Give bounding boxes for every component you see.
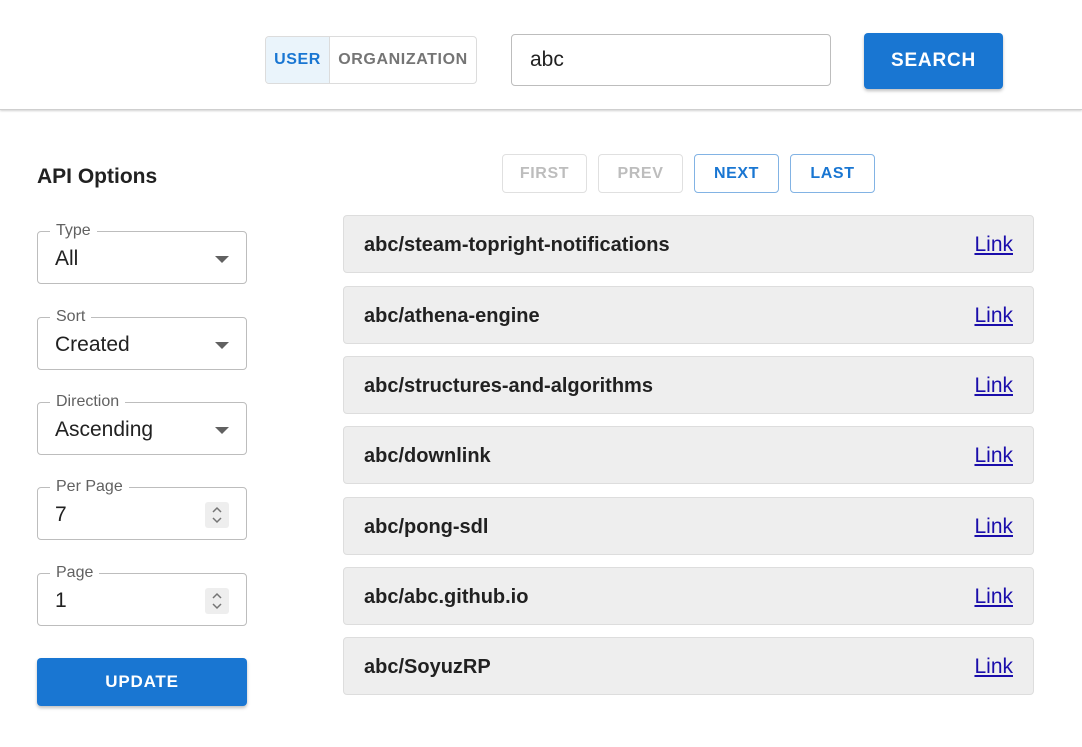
repo-name: abc/structures-and-algorithms: [364, 375, 653, 397]
per-page-input[interactable]: Per Page 7: [37, 478, 247, 540]
repo-link[interactable]: Link: [974, 304, 1013, 328]
search-type-toggle: USER ORGANIZATION: [265, 36, 477, 84]
repo-name: abc/steam-topright-notifications: [364, 234, 670, 256]
api-options-title: API Options: [37, 165, 158, 188]
list-item: abc/pong-sdl Link: [343, 497, 1034, 555]
per-page-value: 7: [55, 503, 67, 526]
first-page-button[interactable]: FIRST: [502, 154, 587, 193]
toggle-user[interactable]: USER: [266, 37, 330, 83]
repo-link[interactable]: Link: [974, 444, 1013, 468]
spinner-up-down-icon[interactable]: [205, 502, 229, 528]
type-value: All: [55, 247, 79, 270]
list-item: abc/steam-topright-notifications Link: [343, 215, 1034, 273]
next-page-button[interactable]: NEXT: [694, 154, 779, 193]
list-item: abc/athena-engine Link: [343, 286, 1034, 344]
repo-name: abc/abc.github.io: [364, 586, 529, 608]
sort-select[interactable]: Sort Created: [37, 308, 247, 370]
spinner-up-down-icon[interactable]: [205, 588, 229, 614]
repo-link[interactable]: Link: [974, 233, 1013, 257]
caret-down-icon: [215, 256, 229, 263]
direction-value: Ascending: [55, 418, 154, 441]
list-item: abc/abc.github.io Link: [343, 567, 1034, 625]
search-input[interactable]: [511, 34, 831, 86]
repo-name: abc/athena-engine: [364, 305, 540, 327]
list-item: abc/SoyuzRP Link: [343, 637, 1034, 695]
app-header: USER ORGANIZATION SEARCH: [0, 0, 1082, 110]
direction-label: Direction: [50, 393, 126, 411]
direction-select[interactable]: Direction Ascending: [37, 393, 247, 455]
prev-page-button[interactable]: PREV: [598, 154, 683, 193]
update-button[interactable]: UPDATE: [37, 658, 247, 706]
repo-link[interactable]: Link: [974, 515, 1013, 539]
caret-down-icon: [215, 427, 229, 434]
caret-down-icon: [215, 342, 229, 349]
last-page-button[interactable]: LAST: [790, 154, 875, 193]
repo-link[interactable]: Link: [974, 655, 1013, 679]
page-input[interactable]: Page 1: [37, 564, 247, 626]
repo-name: abc/downlink: [364, 445, 491, 467]
type-label: Type: [50, 222, 97, 240]
list-item: abc/downlink Link: [343, 426, 1034, 484]
repo-link[interactable]: Link: [974, 585, 1013, 609]
type-select[interactable]: Type All: [37, 222, 247, 284]
search-button[interactable]: SEARCH: [864, 33, 1003, 89]
repo-name: abc/SoyuzRP: [364, 656, 491, 678]
sort-label: Sort: [50, 308, 92, 326]
list-item: abc/structures-and-algorithms Link: [343, 356, 1034, 414]
toggle-organization[interactable]: ORGANIZATION: [330, 37, 476, 83]
page-label: Page: [50, 564, 100, 582]
repo-name: abc/pong-sdl: [364, 516, 489, 538]
per-page-label: Per Page: [50, 478, 129, 496]
sort-value: Created: [55, 333, 130, 356]
repo-link[interactable]: Link: [974, 374, 1013, 398]
page-value: 1: [55, 589, 67, 612]
